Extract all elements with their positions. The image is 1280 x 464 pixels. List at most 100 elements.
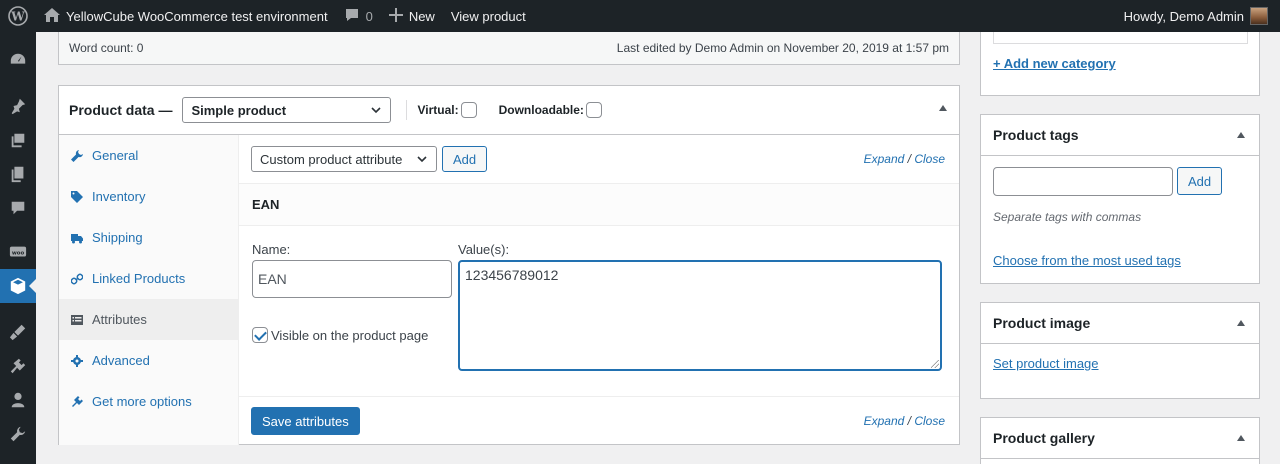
tab-linked-products[interactable]: Linked Products [59, 258, 238, 299]
my-account-link[interactable]: Howdy, Demo Admin [1116, 0, 1280, 32]
product-image-title: Product image [993, 315, 1091, 331]
save-attributes-button[interactable]: Save attributes [251, 407, 360, 435]
pin-icon[interactable] [0, 89, 36, 123]
tab-shipping-label: Shipping [92, 230, 143, 245]
close-link-bottom[interactable]: Close [914, 414, 945, 428]
new-tag-input[interactable] [993, 167, 1173, 196]
editor-status-bar: Word count: 0 Last edited by Demo Admin … [58, 32, 960, 65]
new-content-link[interactable]: New [381, 0, 443, 32]
downloadable-label: Downloadable: [498, 103, 584, 117]
attribute-heading[interactable]: EAN [239, 184, 959, 226]
avatar [1250, 7, 1268, 25]
site-name: YellowCube WooCommerce test environment [66, 8, 328, 24]
admin-menu: woo [0, 32, 37, 464]
attribute-taxonomy-select[interactable]: Custom product attribute [251, 146, 437, 172]
category-list [993, 32, 1248, 44]
svg-text:woo: woo [12, 250, 25, 256]
product-type-select[interactable]: Simple product [182, 97, 392, 123]
virtual-option: Virtual: [417, 102, 477, 118]
chevron-down-icon [417, 156, 427, 163]
add-tag-button[interactable]: Add [1177, 167, 1223, 195]
gear-icon [71, 354, 83, 367]
users-icon[interactable] [0, 383, 36, 417]
downloadable-option: Downloadable: [499, 102, 602, 118]
collapse-arrow-icon[interactable] [1237, 132, 1245, 138]
close-link[interactable]: Close [914, 152, 945, 166]
tab-get-more-options[interactable]: Get more options [59, 381, 238, 422]
chevron-down-icon [371, 107, 382, 114]
resize-handle[interactable] [931, 360, 939, 368]
choose-most-used-tags-link[interactable]: Choose from the most used tags [993, 253, 1181, 268]
admin-bar: W YellowCube WooCommerce test environmen… [0, 0, 1280, 32]
attributes-panel: Custom product attribute Add Expand / Cl… [239, 135, 959, 445]
expand-link-bottom[interactable]: Expand [864, 414, 905, 428]
dashboard-icon[interactable] [0, 43, 36, 77]
plug-icon [72, 395, 83, 407]
attributes-toolbar: Custom product attribute Add Expand / Cl… [239, 135, 959, 184]
tab-advanced[interactable]: Advanced [59, 340, 238, 381]
attribute-name-value: EAN [258, 271, 287, 287]
woocommerce-icon[interactable]: woo [0, 235, 36, 269]
site-name-link[interactable]: YellowCube WooCommerce test environment [36, 0, 336, 32]
add-attribute-button[interactable]: Add [442, 146, 488, 172]
virtual-checkbox[interactable] [460, 102, 477, 118]
product-categories-box: + Add new category [980, 32, 1260, 96]
tab-attributes-label: Attributes [92, 312, 147, 327]
tab-inventory[interactable]: Inventory [59, 176, 238, 217]
product-image-header[interactable]: Product image [981, 303, 1259, 344]
attribute-select-value: Custom product attribute [260, 151, 403, 167]
expand-close-links-bottom: Expand / Close [864, 414, 945, 428]
tab-inventory-label: Inventory [92, 189, 146, 204]
wordpress-logo-icon[interactable]: W [0, 0, 36, 32]
appearance-icon[interactable] [0, 315, 36, 349]
visible-on-product-page-option: Visible on the product page [252, 327, 428, 343]
product-gallery-box: Product gallery [980, 417, 1260, 464]
tags-hint: Separate tags with commas [993, 210, 1142, 224]
divider [406, 100, 408, 120]
attribute-name-input[interactable]: EAN [252, 260, 452, 298]
svg-text:W: W [10, 10, 25, 24]
plugins-icon[interactable] [0, 349, 36, 383]
media-icon[interactable] [0, 123, 36, 157]
visible-on-product-page-label: Visible on the product page [271, 327, 429, 343]
add-new-category-link[interactable]: + Add new category [993, 56, 1116, 71]
expand-link[interactable]: Expand [864, 152, 905, 166]
product-gallery-header[interactable]: Product gallery [981, 418, 1259, 459]
virtual-label: Virtual: [417, 103, 459, 117]
product-data-header: Product data — Simple product Virtual: D… [59, 86, 959, 135]
word-count: Word count: 0 [69, 41, 144, 55]
collapse-arrow-icon[interactable] [1237, 320, 1245, 326]
view-product-link[interactable]: View product [443, 0, 534, 32]
tab-general[interactable]: General [59, 135, 238, 176]
wrench-icon [71, 149, 83, 162]
attribute-values-textarea[interactable]: 123456789012 [458, 260, 942, 371]
attribute-values-value: 123456789012 [465, 267, 559, 283]
comments-icon[interactable] [0, 191, 36, 225]
attribute-body: Name: EAN Value(s): 123456789012 Visible… [239, 226, 959, 397]
downloadable-checkbox[interactable] [585, 102, 602, 118]
comments-count: 0 [365, 8, 373, 24]
product-gallery-title: Product gallery [993, 430, 1095, 446]
pages-icon[interactable] [0, 157, 36, 191]
expand-close-separator-bottom: / [904, 414, 915, 428]
set-product-image-link[interactable]: Set product image [993, 356, 1099, 371]
collapse-arrow-icon[interactable] [1237, 435, 1245, 441]
plus-icon [388, 7, 403, 25]
product-type-value: Simple product [191, 102, 287, 118]
product-data-title: Product data — [69, 102, 173, 118]
product-tags-box: Product tags Add Separate tags with comm… [980, 114, 1260, 284]
tools-wrench-icon[interactable] [0, 417, 36, 451]
collapse-arrow-icon[interactable] [939, 105, 947, 111]
tab-attributes[interactable]: Attributes [59, 299, 238, 340]
product-tags-header[interactable]: Product tags [981, 115, 1259, 156]
attributes-footer: Save attributes Expand / Close [239, 397, 959, 445]
list-icon [71, 314, 83, 325]
truck-icon [71, 233, 83, 243]
tab-linked-products-label: Linked Products [92, 271, 186, 286]
visible-on-product-page-checkbox[interactable] [252, 327, 268, 343]
tab-shipping[interactable]: Shipping [59, 217, 238, 258]
expand-close-links: Expand / Close [864, 152, 945, 166]
comments-link[interactable]: 0 [336, 0, 381, 32]
howdy-text: Howdy, Demo Admin [1123, 8, 1244, 24]
products-cube-icon[interactable] [0, 269, 37, 303]
